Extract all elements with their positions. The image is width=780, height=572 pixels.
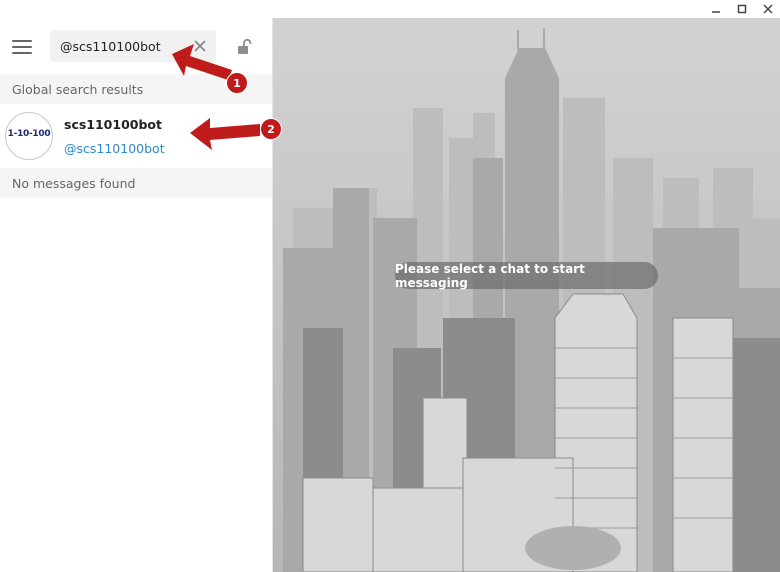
chat-area bbox=[273, 18, 780, 572]
search-input[interactable] bbox=[60, 30, 190, 62]
empty-chat-text: Please select a chat to start messaging bbox=[395, 261, 585, 290]
maximize-icon[interactable] bbox=[736, 3, 748, 15]
window-close-icon[interactable] bbox=[762, 3, 774, 15]
result-name: scs110100bot bbox=[64, 117, 162, 132]
sidebar-top-bar bbox=[0, 18, 272, 74]
unlock-icon[interactable] bbox=[236, 38, 254, 56]
window-controls bbox=[710, 0, 774, 18]
avatar: 1-10-100 bbox=[5, 112, 53, 160]
close-icon[interactable] bbox=[190, 36, 210, 56]
sidebar: Global search results 1-10-100 scs110100… bbox=[0, 18, 273, 572]
search-box[interactable] bbox=[50, 30, 216, 62]
no-messages-label: No messages found bbox=[12, 176, 136, 191]
annotation-badge-1: 1 bbox=[226, 72, 248, 94]
title-bar bbox=[0, 0, 780, 18]
empty-chat-message: Please select a chat to start messaging bbox=[395, 261, 658, 290]
result-handle: @scs110100bot bbox=[64, 141, 165, 156]
annotation-badge-2: 2 bbox=[260, 118, 282, 140]
hamburger-icon[interactable] bbox=[12, 40, 32, 54]
minimize-icon[interactable] bbox=[710, 3, 722, 15]
avatar-logo-text: 1-10-100 bbox=[7, 129, 51, 139]
city-background bbox=[273, 18, 780, 572]
no-messages-header: No messages found bbox=[0, 168, 272, 198]
section-header-label: Global search results bbox=[12, 82, 144, 97]
search-result-item[interactable]: 1-10-100 scs110100bot @scs110100bot bbox=[0, 104, 272, 168]
